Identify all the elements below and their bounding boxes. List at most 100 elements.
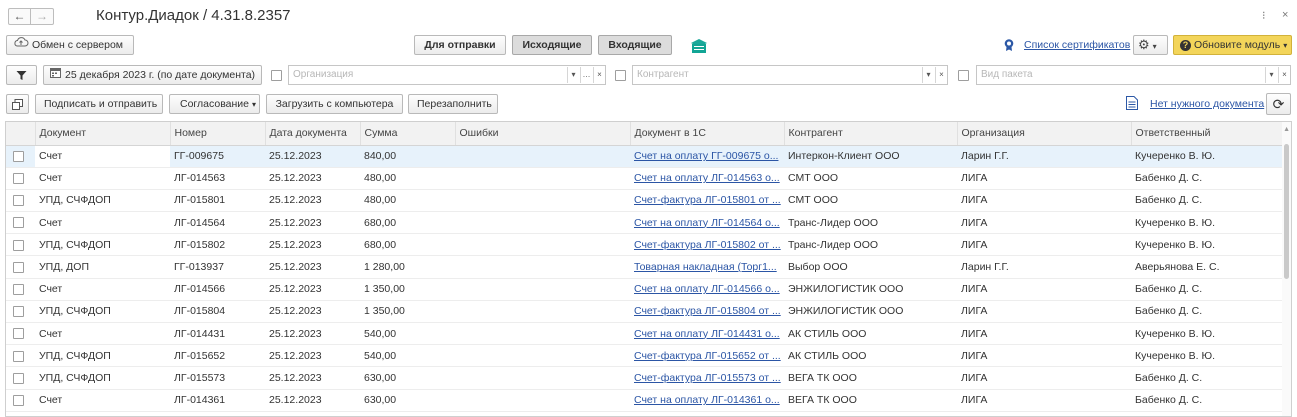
header-errors[interactable]: Ошибки xyxy=(455,122,631,146)
row-checkbox-cell xyxy=(6,300,35,324)
package-type-field[interactable]: Вид пакета ▾ × xyxy=(976,65,1291,85)
refresh-button[interactable]: ⟳ xyxy=(1266,93,1291,115)
document-1c-link[interactable]: Счет на оплату ЛГ-014564 о... xyxy=(630,211,784,235)
filter-button[interactable] xyxy=(6,65,37,85)
header-responsible[interactable]: Ответственный xyxy=(1131,122,1285,146)
responsible-cell: Бабенко Д. С. xyxy=(1131,300,1284,324)
responsible-cell: Кучеренко В. Ю. xyxy=(1131,233,1284,257)
tab-outgoing[interactable]: Исходящие xyxy=(512,35,592,55)
close-icon[interactable]: × xyxy=(1282,9,1288,21)
table-row[interactable]: Счет ЛГ-014431 25.12.2023 540,00 Счет на опл… xyxy=(6,322,1284,346)
row-checkbox[interactable] xyxy=(13,350,24,362)
sum-cell: 1 350,00 xyxy=(360,300,455,324)
select-icon[interactable]: … xyxy=(580,67,592,83)
certificates-link[interactable]: Список сертификатов xyxy=(1024,39,1130,51)
organization-checkbox[interactable] xyxy=(271,70,282,81)
document-1c-link[interactable]: Счет на оплату ЛГ-014566 о... xyxy=(630,278,784,301)
row-checkbox[interactable] xyxy=(13,372,24,384)
table-row[interactable]: УПД, СЧФДОП ЛГ-015802 25.12.2023 680,00 Счет… xyxy=(6,233,1284,257)
errors-cell xyxy=(455,211,630,235)
package-type-checkbox[interactable] xyxy=(958,70,969,81)
vertical-scrollbar[interactable]: ▲ xyxy=(1282,122,1291,416)
table-row[interactable]: Счет ЛГ-014564 25.12.2023 680,00 Счет на опл… xyxy=(6,211,1284,235)
tab-incoming[interactable]: Входящие xyxy=(598,35,672,55)
organization-cell: ЛИГА xyxy=(957,233,1131,257)
row-checkbox[interactable] xyxy=(13,306,24,318)
back-button[interactable]: ← xyxy=(8,8,31,25)
clear-icon[interactable]: × xyxy=(935,67,947,83)
table-row[interactable]: УПД, СЧФДОП ЛГ-015573 25.12.2023 630,00 Счет… xyxy=(6,366,1284,390)
approval-button[interactable]: Согласование ▾ xyxy=(169,94,260,114)
settings-button[interactable]: ⚙ ▾ xyxy=(1133,35,1168,55)
header-document[interactable]: Документ xyxy=(35,122,171,146)
exchange-server-button[interactable]: Обмен с сервером xyxy=(6,35,134,55)
dropdown-icon[interactable]: ▾ xyxy=(922,67,934,83)
header-sum[interactable]: Сумма xyxy=(360,122,456,146)
tab-to-send[interactable]: Для отправки xyxy=(414,35,506,55)
document-1c-link[interactable]: Счет на оплату ГГ-009675 о... xyxy=(630,145,784,168)
scrollbar-thumb[interactable] xyxy=(1284,144,1289,279)
document-1c-link[interactable]: Счет-фактура ЛГ-015802 от ... xyxy=(630,233,784,257)
organization-cell: Ларин Г.Г. xyxy=(957,145,1131,168)
document-1c-link[interactable]: Счет-фактура ЛГ-015804 от ... xyxy=(630,300,784,324)
organization-cell: Ларин Г.Г. xyxy=(957,255,1131,279)
table-row[interactable]: УПД, СЧФДОП ЛГ-015652 25.12.2023 540,00 Счет… xyxy=(6,344,1284,368)
table-row[interactable]: УПД, СЧФДОП ЛГ-015804 25.12.2023 1 350,00 Сч… xyxy=(6,300,1284,324)
load-from-computer-button[interactable]: Загрузить с компьютера xyxy=(266,94,403,114)
scroll-up-icon[interactable]: ▲ xyxy=(1283,126,1290,133)
row-checkbox[interactable] xyxy=(13,283,24,295)
document-1c-link[interactable]: Счет-фактура ЛГ-015573 от ... xyxy=(630,366,784,390)
row-checkbox[interactable] xyxy=(13,394,24,406)
row-checkbox[interactable] xyxy=(13,328,24,340)
row-checkbox-cell xyxy=(6,366,35,390)
header-number[interactable]: Номер xyxy=(170,122,266,146)
diadoc-logo-icon xyxy=(690,38,708,57)
sum-cell: 630,00 xyxy=(360,389,455,412)
date-filter-button[interactable]: 25 декабря 2023 г. (по дате документа) xyxy=(43,65,262,85)
row-checkbox[interactable] xyxy=(13,239,24,251)
table-row[interactable]: УПД, СЧФДОП ЛГ-015801 25.12.2023 480,00 Счет… xyxy=(6,189,1284,213)
responsible-cell: Кучеренко В. Ю. xyxy=(1131,322,1284,346)
header-organization[interactable]: Организация xyxy=(957,122,1132,146)
counterparty-checkbox[interactable] xyxy=(615,70,626,81)
refill-button[interactable]: Перезаполнить xyxy=(408,94,498,114)
row-checkbox[interactable] xyxy=(13,261,24,273)
document-1c-link[interactable]: Счет-фактура ЛГ-015801 от ... xyxy=(630,189,784,213)
dropdown-icon[interactable]: ▾ xyxy=(567,67,579,83)
counterparty-cell: АК СТИЛЬ ООО xyxy=(784,322,957,346)
table-row[interactable]: Счет ЛГ-014361 25.12.2023 630,00 Счет на опл… xyxy=(6,389,1284,412)
table-row[interactable]: УПД, ДОП ГГ-013937 25.12.2023 1 280,00 Товар… xyxy=(6,255,1284,279)
document-1c-link[interactable]: Товарная накладная (Торг1... xyxy=(630,255,784,279)
clear-icon[interactable]: × xyxy=(1278,67,1290,83)
table-row[interactable]: Счет ГГ-009675 25.12.2023 840,00 Счет на опл… xyxy=(6,145,1284,168)
row-checkbox[interactable] xyxy=(13,195,24,207)
row-checkbox[interactable] xyxy=(13,173,24,184)
responsible-cell: Бабенко Д. С. xyxy=(1131,366,1284,390)
header-date[interactable]: Дата документа xyxy=(265,122,361,146)
counterparty-field[interactable]: Контрагент ▾ × xyxy=(632,65,948,85)
document-1c-link[interactable]: Счет на оплату ЛГ-014431 о... xyxy=(630,322,784,346)
document-1c-link[interactable]: Счет-фактура ЛГ-015652 от ... xyxy=(630,344,784,368)
sign-and-send-button[interactable]: Подписать и отправить xyxy=(35,94,163,114)
more-menu-icon[interactable]: ⁝ xyxy=(1262,9,1266,22)
table-row[interactable]: Счет ЛГ-014563 25.12.2023 480,00 Счет на опл… xyxy=(6,167,1284,190)
document-1c-link[interactable]: Счет на оплату ЛГ-014361 о... xyxy=(630,389,784,412)
update-module-button[interactable]: ? Обновите модуль ▾ xyxy=(1173,35,1292,55)
header-document-1c[interactable]: Документ в 1С xyxy=(630,122,785,146)
document-cell: УПД, ДОП xyxy=(35,255,170,279)
clear-icon[interactable]: × xyxy=(593,67,605,83)
organization-placeholder: Организация xyxy=(293,69,354,80)
forward-button[interactable]: → xyxy=(31,8,54,25)
organization-field[interactable]: Организация ▾ … × xyxy=(288,65,606,85)
copy-button[interactable] xyxy=(6,94,29,114)
dropdown-icon[interactable]: ▾ xyxy=(1265,67,1277,83)
row-checkbox[interactable] xyxy=(13,150,24,162)
header-counterparty[interactable]: Контрагент xyxy=(784,122,958,146)
date-cell: 25.12.2023 xyxy=(265,322,360,346)
row-checkbox[interactable] xyxy=(13,217,24,229)
certificate-icon xyxy=(1002,38,1016,55)
document-1c-link[interactable]: Счет на оплату ЛГ-014563 о... xyxy=(630,167,784,190)
table-row[interactable]: Счет ЛГ-014566 25.12.2023 1 350,00 Счет на о… xyxy=(6,278,1284,301)
row-checkbox-cell xyxy=(6,389,35,412)
no-needed-document-link[interactable]: Нет нужного документа xyxy=(1150,98,1264,110)
